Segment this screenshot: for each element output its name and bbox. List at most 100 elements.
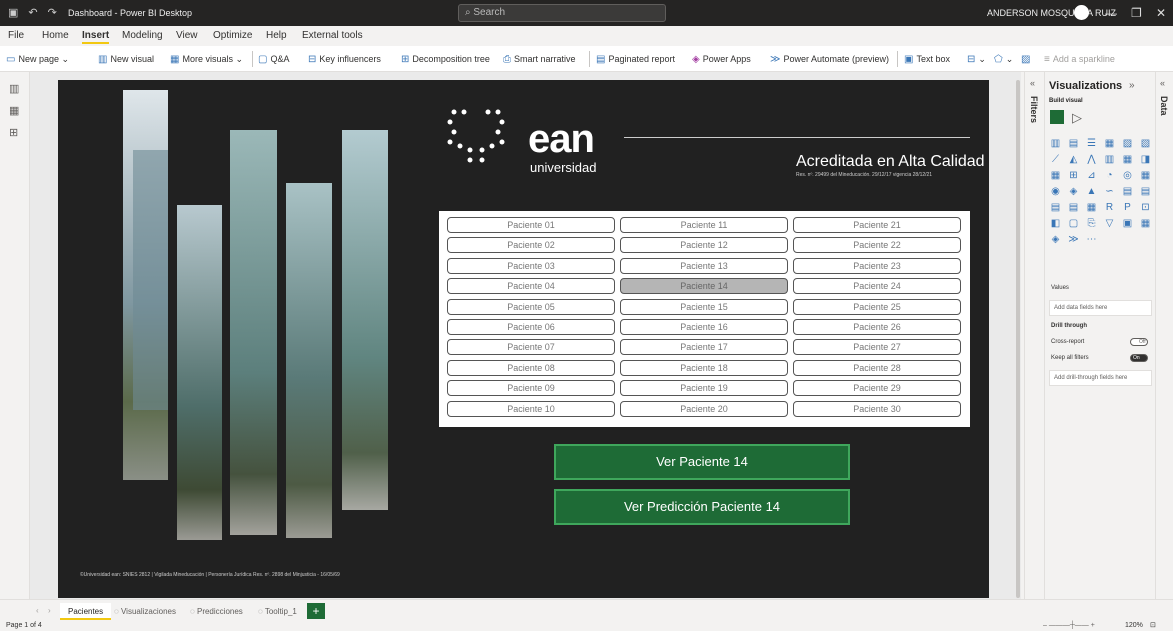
visual-type-icon[interactable]: ▤: [1067, 201, 1080, 214]
visual-type-icon[interactable]: P: [1121, 201, 1134, 214]
data-pane[interactable]: « Data: [1155, 72, 1173, 603]
visual-type-icon[interactable]: ▦: [1139, 169, 1152, 182]
power-automate-button[interactable]: ≫ Power Automate (preview): [770, 54, 889, 65]
patient-button[interactable]: Paciente 11: [620, 217, 788, 233]
visual-type-icon[interactable]: ◈: [1049, 233, 1062, 246]
visual-type-icon[interactable]: ▦: [1139, 217, 1152, 230]
visual-type-icon[interactable]: ◈: [1067, 185, 1080, 198]
report-view-icon[interactable]: ▥: [9, 82, 21, 95]
key-influencers-button[interactable]: ⊟ Key influencers: [308, 54, 381, 65]
visual-type-icon[interactable]: ◎: [1121, 169, 1134, 182]
minimize-icon[interactable]: —: [1105, 6, 1117, 20]
visual-type-icon[interactable]: ⊿: [1085, 169, 1098, 182]
visual-type-icon[interactable]: ▤: [1121, 185, 1134, 198]
patient-button[interactable]: Paciente 18: [620, 359, 788, 376]
visual-type-icon[interactable]: ▦: [1049, 169, 1062, 182]
menu-external-tools[interactable]: External tools: [302, 30, 363, 41]
patient-button[interactable]: Paciente 28: [793, 359, 961, 376]
zoom-slider[interactable]: – ———┼—— +: [1043, 622, 1095, 629]
build-visual-tab-icon[interactable]: [1050, 110, 1064, 124]
visual-type-icon[interactable]: R: [1103, 201, 1116, 214]
view-prediction-button[interactable]: Ver Predicción Paciente 14: [554, 489, 850, 525]
text-box-button[interactable]: ▣ Text box: [904, 54, 950, 65]
buttons-dropdown[interactable]: ⊟ ⌄: [967, 54, 986, 65]
tab-predicciones[interactable]: ◌ Predicciones: [182, 603, 251, 620]
visual-type-icon[interactable]: ▤: [1067, 137, 1080, 150]
next-page-icon[interactable]: ›: [48, 606, 51, 615]
patient-button[interactable]: Paciente 07: [447, 339, 615, 356]
visual-type-icon[interactable]: ▤: [1139, 185, 1152, 198]
visual-type-icon[interactable]: ◭: [1067, 153, 1080, 166]
menu-modeling[interactable]: Modeling: [122, 30, 163, 41]
menu-file[interactable]: File: [8, 30, 24, 41]
new-page-button[interactable]: ▭ New page ⌄: [6, 54, 69, 65]
patient-button[interactable]: Paciente 26: [793, 319, 961, 335]
patient-button[interactable]: Paciente 20: [620, 400, 788, 417]
maximize-icon[interactable]: ❐: [1131, 6, 1142, 20]
image-button[interactable]: ▨: [1021, 54, 1033, 65]
patient-button[interactable]: Paciente 30: [793, 400, 961, 417]
visual-type-icon[interactable]: ▨: [1121, 137, 1134, 150]
visual-type-icon[interactable]: ⋯: [1085, 233, 1098, 246]
visual-type-icon[interactable]: ◉: [1049, 185, 1062, 198]
paginated-report-button[interactable]: ▤ Paginated report: [596, 54, 675, 65]
patient-button[interactable]: Paciente 23: [793, 257, 961, 274]
model-view-icon[interactable]: ⊞: [9, 126, 21, 139]
patient-button[interactable]: Paciente 29: [793, 380, 961, 397]
visual-type-icon[interactable]: ⊡: [1139, 201, 1152, 214]
patient-button[interactable]: Paciente 17: [620, 339, 788, 356]
format-visual-tab-icon[interactable]: ▷: [1072, 110, 1082, 126]
filters-pane[interactable]: « Filters: [1024, 72, 1044, 603]
decomposition-tree-button[interactable]: ⊞ Decomposition tree: [401, 54, 490, 65]
drill-through-field-well[interactable]: Add drill-through fields here: [1049, 370, 1152, 386]
visual-type-icon[interactable]: ⟋: [1049, 153, 1062, 166]
collapse-icon[interactable]: «: [1160, 78, 1165, 88]
patient-button[interactable]: Paciente 01: [447, 217, 615, 233]
visual-type-icon[interactable]: ⋀: [1085, 153, 1098, 166]
patient-button[interactable]: Paciente 10: [447, 400, 615, 417]
menu-help[interactable]: Help: [266, 30, 287, 41]
close-icon[interactable]: ✕: [1156, 6, 1166, 20]
patient-button[interactable]: Paciente 13: [620, 257, 788, 274]
visual-type-icon[interactable]: ≫: [1067, 233, 1080, 246]
visual-type-icon[interactable]: ▣: [1121, 217, 1134, 230]
patient-button[interactable]: Paciente 03: [447, 257, 615, 274]
patient-button[interactable]: Paciente 19: [620, 380, 788, 397]
values-field-well[interactable]: Add data fields here: [1049, 300, 1152, 316]
patient-button[interactable]: Paciente 05: [447, 298, 615, 315]
qa-button[interactable]: ▢ Q&A: [258, 54, 289, 65]
patient-button[interactable]: Paciente 16: [620, 319, 788, 335]
patient-button[interactable]: Paciente 21: [793, 217, 961, 233]
tab-visualizaciones[interactable]: ◌ Visualizaciones: [106, 603, 184, 620]
new-visual-button[interactable]: ▥ New visual: [98, 54, 154, 65]
visual-type-icon[interactable]: ▥: [1103, 153, 1116, 166]
user-name[interactable]: ANDERSON MOSQUERA RUIZ: [987, 8, 1116, 18]
visual-type-icon[interactable]: ▧: [1139, 137, 1152, 150]
visual-type-icon[interactable]: ◔: [1103, 169, 1116, 182]
expand-icon[interactable]: »: [1129, 80, 1135, 91]
tab-pacientes[interactable]: Pacientes: [60, 603, 112, 620]
collapse-icon[interactable]: «: [1030, 78, 1035, 88]
visual-type-icon[interactable]: ▦: [1121, 153, 1134, 166]
visual-type-icon[interactable]: ∽: [1103, 185, 1116, 198]
avatar[interactable]: [1074, 5, 1089, 20]
visual-type-icon[interactable]: ▽: [1103, 217, 1116, 230]
visual-type-icon[interactable]: ☰: [1085, 137, 1098, 150]
visual-type-icon[interactable]: ◨: [1139, 153, 1152, 166]
patient-button[interactable]: Paciente 15: [620, 298, 788, 315]
patient-button[interactable]: Paciente 22: [793, 237, 961, 254]
tab-tooltip-1[interactable]: ◌ Tooltip_1: [250, 603, 305, 620]
visual-type-icon[interactable]: ⊞: [1067, 169, 1080, 182]
patient-button[interactable]: Paciente 06: [447, 319, 615, 335]
canvas-scrollbar[interactable]: [1016, 80, 1020, 598]
patient-button[interactable]: Paciente 25: [793, 298, 961, 315]
menu-view[interactable]: View: [176, 30, 198, 41]
visual-type-icon[interactable]: ▢: [1067, 217, 1080, 230]
visual-type-icon[interactable]: ▥: [1049, 137, 1062, 150]
undo-icon[interactable]: ↶: [28, 6, 37, 19]
prev-page-icon[interactable]: ‹: [36, 606, 39, 615]
redo-icon[interactable]: ↷: [48, 6, 57, 19]
patient-button[interactable]: Paciente 02: [447, 237, 615, 254]
patient-button[interactable]: Paciente 12: [620, 237, 788, 254]
visual-type-icon[interactable]: ◧: [1049, 217, 1062, 230]
